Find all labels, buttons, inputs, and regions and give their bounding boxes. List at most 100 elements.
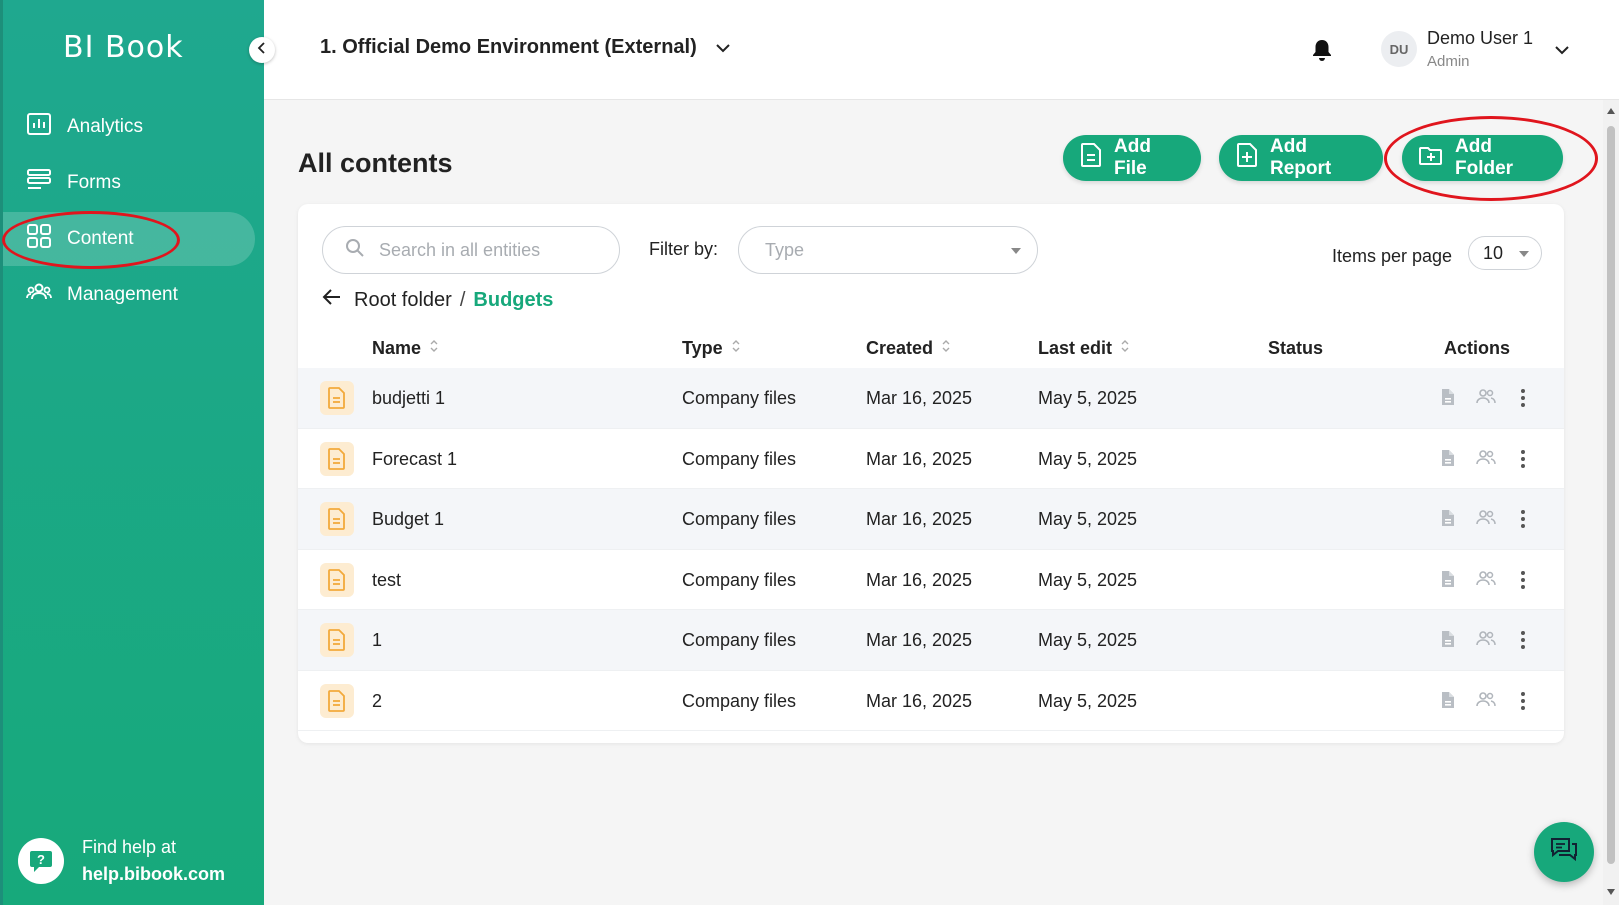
chat-icon	[1549, 836, 1579, 869]
add-folder-button[interactable]: Add Folder	[1402, 135, 1563, 181]
notifications-bell-icon[interactable]	[1311, 38, 1333, 67]
sidebar-nav: Analytics Forms Content Management	[0, 100, 264, 324]
scroll-up-arrow-icon[interactable]	[1607, 108, 1615, 114]
avatar[interactable]: DU	[1381, 31, 1417, 67]
page-scrollbar[interactable]	[1603, 100, 1619, 905]
cell-last-edit: May 5, 2025	[1038, 569, 1138, 590]
more-options-icon[interactable]	[1520, 570, 1526, 595]
sort-icon	[421, 338, 439, 359]
user-role: Admin	[1427, 53, 1470, 70]
table-row[interactable]: Budget 1 Company files Mar 16, 2025 May 5, …	[298, 489, 1564, 550]
cell-name[interactable]: Budget 1	[372, 509, 444, 530]
sort-icon	[933, 338, 951, 359]
sidebar-item-analytics[interactable]: Analytics	[0, 100, 264, 154]
column-label: Status	[1268, 338, 1324, 358]
folder-add-icon	[1419, 144, 1455, 172]
scroll-thumb[interactable]	[1607, 126, 1615, 864]
search-input[interactable]	[379, 239, 599, 261]
items-per-page-value: 10	[1483, 242, 1504, 263]
column-header-type[interactable]: Type	[682, 338, 741, 359]
sidebar-item-label: Forms	[67, 172, 121, 193]
user-menu-chevron-icon[interactable]	[1554, 42, 1570, 60]
permissions-people-icon[interactable]	[1476, 388, 1496, 409]
caret-down-icon	[1011, 248, 1021, 254]
chat-button[interactable]	[1534, 822, 1594, 882]
search-box[interactable]	[322, 226, 620, 274]
file-details-icon[interactable]	[1440, 509, 1456, 532]
sidebar-item-management[interactable]: Management	[0, 268, 264, 322]
file-add-icon	[1080, 142, 1114, 174]
column-label: Name	[372, 338, 422, 358]
cell-last-edit: May 5, 2025	[1038, 448, 1138, 469]
more-options-icon[interactable]	[1520, 630, 1526, 655]
cell-name[interactable]: 2	[372, 691, 382, 712]
help-url[interactable]: help.bibook.com	[82, 861, 225, 888]
file-details-icon[interactable]	[1440, 691, 1456, 714]
permissions-people-icon[interactable]	[1476, 630, 1496, 651]
cell-name[interactable]: test	[372, 570, 401, 591]
sidebar-item-content[interactable]: Content	[3, 212, 255, 266]
cell-name[interactable]: 1	[372, 630, 382, 651]
items-per-page-select[interactable]: 10	[1468, 236, 1542, 270]
filter-label: Filter by:	[649, 239, 719, 259]
column-label: Actions	[1444, 338, 1511, 358]
breadcrumb-root[interactable]: Root folder	[354, 289, 452, 312]
content-table-card: Filter by: Type Items per page 10 Root f…	[298, 204, 1564, 743]
top-bar: 1. Official Demo Environment (External) …	[264, 0, 1619, 100]
breadcrumb: Root folder / Budgets	[322, 288, 553, 312]
collapse-sidebar-button[interactable]	[249, 37, 275, 63]
file-details-icon[interactable]	[1440, 570, 1456, 593]
table-row[interactable]: test Company files Mar 16, 2025 May 5, 2025	[298, 550, 1564, 610]
caret-down-icon	[1519, 251, 1529, 257]
permissions-people-icon[interactable]	[1476, 691, 1496, 712]
sidebar-item-label: Analytics	[67, 116, 144, 137]
type-filter-value: Type	[765, 239, 805, 260]
column-header-name[interactable]: Name	[372, 338, 439, 359]
file-details-icon[interactable]	[1440, 449, 1456, 472]
permissions-people-icon[interactable]	[1476, 449, 1496, 470]
permissions-people-icon[interactable]	[1476, 509, 1496, 530]
more-options-icon[interactable]	[1520, 388, 1526, 413]
chevron-left-icon	[256, 41, 268, 59]
sidebar-item-label: Content	[67, 228, 134, 249]
column-label: Last edit	[1038, 338, 1113, 358]
file-details-icon[interactable]	[1440, 630, 1456, 653]
cell-type: Company files	[682, 388, 797, 408]
help-link[interactable]: ? Find help at help.bibook.com	[18, 834, 225, 888]
sidebar-item-forms[interactable]: Forms	[0, 156, 264, 210]
environment-name: 1. Official Demo Environment (External)	[320, 36, 697, 58]
scroll-down-arrow-icon[interactable]	[1607, 889, 1615, 895]
add-folder-label: Add Folder	[1455, 136, 1514, 179]
cell-name[interactable]: budjetti 1	[372, 388, 445, 409]
app-logo[interactable]: BI Book	[63, 30, 184, 65]
add-file-button[interactable]: Add File	[1063, 135, 1201, 181]
table-row[interactable]: 2 Company files Mar 16, 2025 May 5, 2025	[298, 671, 1564, 731]
cell-created: Mar 16, 2025	[866, 509, 973, 529]
table-row[interactable]: 1 Company files Mar 16, 2025 May 5, 2025	[298, 610, 1564, 671]
help-text: Find help at help.bibook.com	[82, 834, 225, 888]
cell-name[interactable]: Forecast 1	[372, 449, 457, 470]
help-bubble-icon: ?	[18, 838, 64, 884]
table-row[interactable]: budjetti 1 Company files Mar 16, 2025 May 5…	[298, 368, 1564, 429]
more-options-icon[interactable]	[1520, 449, 1526, 474]
back-arrow-icon[interactable]	[322, 288, 342, 312]
more-options-icon[interactable]	[1520, 691, 1526, 716]
column-header-created[interactable]: Created	[866, 338, 951, 359]
svg-text:?: ?	[37, 852, 45, 867]
table-row[interactable]: Forecast 1 Company files Mar 16, 2025 May 5…	[298, 429, 1564, 489]
cell-type: Company files	[682, 690, 797, 711]
column-header-last-edit[interactable]: Last edit	[1038, 338, 1130, 359]
file-details-icon[interactable]	[1440, 388, 1456, 411]
help-line-1: Find help at	[82, 837, 177, 857]
environment-selector[interactable]: 1. Official Demo Environment (External)	[320, 36, 731, 59]
sort-icon	[723, 338, 741, 359]
user-name[interactable]: Demo User 1	[1427, 28, 1533, 49]
search-icon	[345, 238, 379, 263]
add-report-button[interactable]: Add Report	[1219, 135, 1383, 181]
cell-created: Mar 16, 2025	[866, 388, 973, 408]
permissions-people-icon[interactable]	[1476, 570, 1496, 591]
table-body: budjetti 1 Company files Mar 16, 2025 May 5…	[298, 368, 1564, 731]
type-filter-select[interactable]: Type	[738, 226, 1038, 274]
analytics-icon	[26, 112, 67, 142]
more-options-icon[interactable]	[1520, 509, 1526, 534]
